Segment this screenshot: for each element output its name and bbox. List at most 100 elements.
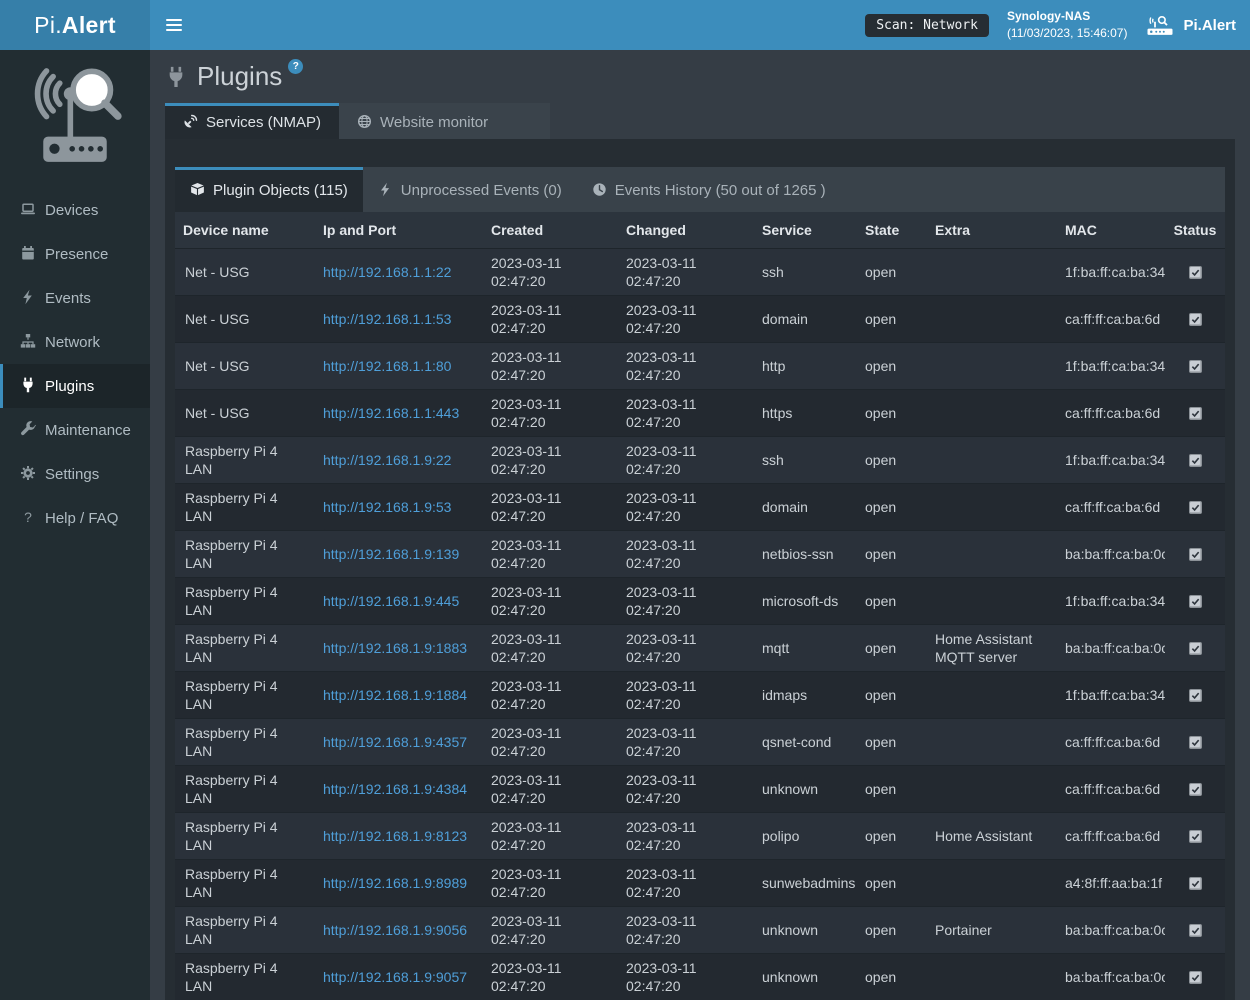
cell-state: open — [857, 296, 927, 343]
status-checkbox[interactable] — [1189, 407, 1202, 420]
status-checkbox[interactable] — [1189, 877, 1202, 890]
sidebar-item[interactable]: Devices — [0, 188, 150, 232]
ip-port-link[interactable]: http://192.168.1.1:22 — [323, 264, 451, 280]
ip-port-link[interactable]: http://192.168.1.1:443 — [323, 405, 459, 421]
cell-state: open — [857, 672, 927, 719]
table-row: Raspberry Pi 4 LAN http://192.168.1.9:81… — [175, 813, 1225, 860]
column-header[interactable]: Device name — [175, 212, 315, 249]
plugin-tab[interactable]: Website monitor — [339, 103, 550, 139]
navbar-brand[interactable]: Pi.Alert — [1145, 15, 1236, 36]
sidebar-item[interactable]: Maintenance — [0, 408, 150, 452]
cell-extra — [927, 578, 1057, 625]
navbar-brand-label: Pi.Alert — [1183, 17, 1236, 34]
column-header[interactable]: Status — [1165, 212, 1225, 249]
cell-mac: ca:ff:ff:ca:ba:6d — [1057, 719, 1165, 766]
status-checkbox[interactable] — [1189, 689, 1202, 702]
cell-extra: Home Assistant MQTT server — [927, 625, 1057, 672]
status-checkbox[interactable] — [1189, 313, 1202, 326]
cell-created: 2023-03-11 02:47:20 — [483, 766, 618, 813]
cell-extra — [927, 766, 1057, 813]
sidebar-item[interactable]: Help / FAQ — [0, 496, 150, 540]
check-icon — [1191, 738, 1200, 747]
cell-state: open — [857, 860, 927, 907]
sidebar-toggle-icon[interactable] — [150, 0, 198, 50]
cell-extra: Home Assistant — [927, 813, 1057, 860]
status-checkbox[interactable] — [1189, 924, 1202, 937]
column-header[interactable]: Created — [483, 212, 618, 249]
globe-icon — [357, 114, 372, 131]
cell-created: 2023-03-11 02:47:20 — [483, 531, 618, 578]
cell-service: qsnet-cond — [754, 719, 857, 766]
cell-state: open — [857, 625, 927, 672]
host-timestamp: (11/03/2023, 15:46:07) — [1007, 25, 1128, 42]
cell-created: 2023-03-11 02:47:20 — [483, 296, 618, 343]
cell-mac: ca:ff:ff:ca:ba:6d — [1057, 390, 1165, 437]
check-icon — [1191, 315, 1200, 324]
ip-port-link[interactable]: http://192.168.1.9:9056 — [323, 922, 467, 938]
status-checkbox[interactable] — [1189, 266, 1202, 279]
sidebar-item[interactable]: Settings — [0, 452, 150, 496]
cell-changed: 2023-03-11 02:47:20 — [618, 954, 754, 1000]
sidebar-item[interactable]: Network — [0, 320, 150, 364]
cell-device-name: Raspberry Pi 4 LAN — [175, 954, 315, 1000]
table-row: Raspberry Pi 4 LAN http://192.168.1.9:18… — [175, 672, 1225, 719]
column-header[interactable]: Service — [754, 212, 857, 249]
column-header[interactable]: Extra — [927, 212, 1057, 249]
cell-extra — [927, 437, 1057, 484]
status-checkbox[interactable] — [1189, 360, 1202, 373]
status-checkbox[interactable] — [1189, 548, 1202, 561]
status-checkbox[interactable] — [1189, 736, 1202, 749]
column-header[interactable]: Ip and Port — [315, 212, 483, 249]
status-checkbox[interactable] — [1189, 642, 1202, 655]
status-checkbox[interactable] — [1189, 595, 1202, 608]
ip-port-link[interactable]: http://192.168.1.9:53 — [323, 499, 451, 515]
ip-port-link[interactable]: http://192.168.1.9:139 — [323, 546, 459, 562]
cell-extra — [927, 531, 1057, 578]
column-header[interactable]: MAC — [1057, 212, 1165, 249]
status-checkbox[interactable] — [1189, 501, 1202, 514]
cell-device-name: Raspberry Pi 4 LAN — [175, 437, 315, 484]
sidebar-item[interactable]: Plugins — [0, 364, 150, 408]
object-tab[interactable]: Plugin Objects (115) — [175, 167, 363, 212]
object-tab[interactable]: Unprocessed Events (0) — [363, 167, 577, 212]
cell-service: sunwebadmins — [754, 860, 857, 907]
cell-changed: 2023-03-11 02:47:20 — [618, 437, 754, 484]
help-badge[interactable]: ? — [288, 59, 303, 74]
status-checkbox[interactable] — [1189, 971, 1202, 984]
sidebar-item-label: Maintenance — [45, 422, 131, 439]
ip-port-link[interactable]: http://192.168.1.9:445 — [323, 593, 459, 609]
scan-status-badge: Scan: Network — [865, 14, 989, 37]
cell-extra — [927, 343, 1057, 390]
ip-port-link[interactable]: http://192.168.1.9:4357 — [323, 734, 467, 750]
cell-created: 2023-03-11 02:47:20 — [483, 907, 618, 954]
cell-changed: 2023-03-11 02:47:20 — [618, 484, 754, 531]
table-header-row: Device nameIp and PortCreatedChangedServ… — [175, 212, 1225, 249]
cell-device-name: Raspberry Pi 4 LAN — [175, 625, 315, 672]
main-content: Plugins ? Services (NMAP) Website monito… — [150, 50, 1250, 1000]
ip-port-link[interactable]: http://192.168.1.9:9057 — [323, 969, 467, 985]
column-header[interactable]: State — [857, 212, 927, 249]
status-checkbox[interactable] — [1189, 454, 1202, 467]
cell-service: polipo — [754, 813, 857, 860]
cell-device-name: Raspberry Pi 4 LAN — [175, 813, 315, 860]
cell-mac: ca:ff:ff:ca:ba:6d — [1057, 296, 1165, 343]
ip-port-link[interactable]: http://192.168.1.1:80 — [323, 358, 451, 374]
object-tab[interactable]: Events History (50 out of 1265 ) — [577, 167, 841, 212]
ip-port-link[interactable]: http://192.168.1.9:8989 — [323, 875, 467, 891]
status-checkbox[interactable] — [1189, 783, 1202, 796]
app-logo[interactable]: Pi.Alert — [0, 0, 150, 50]
sidebar-item[interactable]: Presence — [0, 232, 150, 276]
table-row: Raspberry Pi 4 LAN http://192.168.1.9:44… — [175, 578, 1225, 625]
ip-port-link[interactable]: http://192.168.1.9:8123 — [323, 828, 467, 844]
sidebar-menu: Devices Presence Events Network Plugins — [0, 188, 150, 540]
ip-port-link[interactable]: http://192.168.1.9:1883 — [323, 640, 467, 656]
column-header[interactable]: Changed — [618, 212, 754, 249]
plugin-tab[interactable]: Services (NMAP) — [165, 103, 339, 139]
ip-port-link[interactable]: http://192.168.1.9:4384 — [323, 781, 467, 797]
ip-port-link[interactable]: http://192.168.1.9:22 — [323, 452, 451, 468]
cell-state: open — [857, 578, 927, 625]
sidebar-item[interactable]: Events — [0, 276, 150, 320]
ip-port-link[interactable]: http://192.168.1.1:53 — [323, 311, 451, 327]
status-checkbox[interactable] — [1189, 830, 1202, 843]
ip-port-link[interactable]: http://192.168.1.9:1884 — [323, 687, 467, 703]
